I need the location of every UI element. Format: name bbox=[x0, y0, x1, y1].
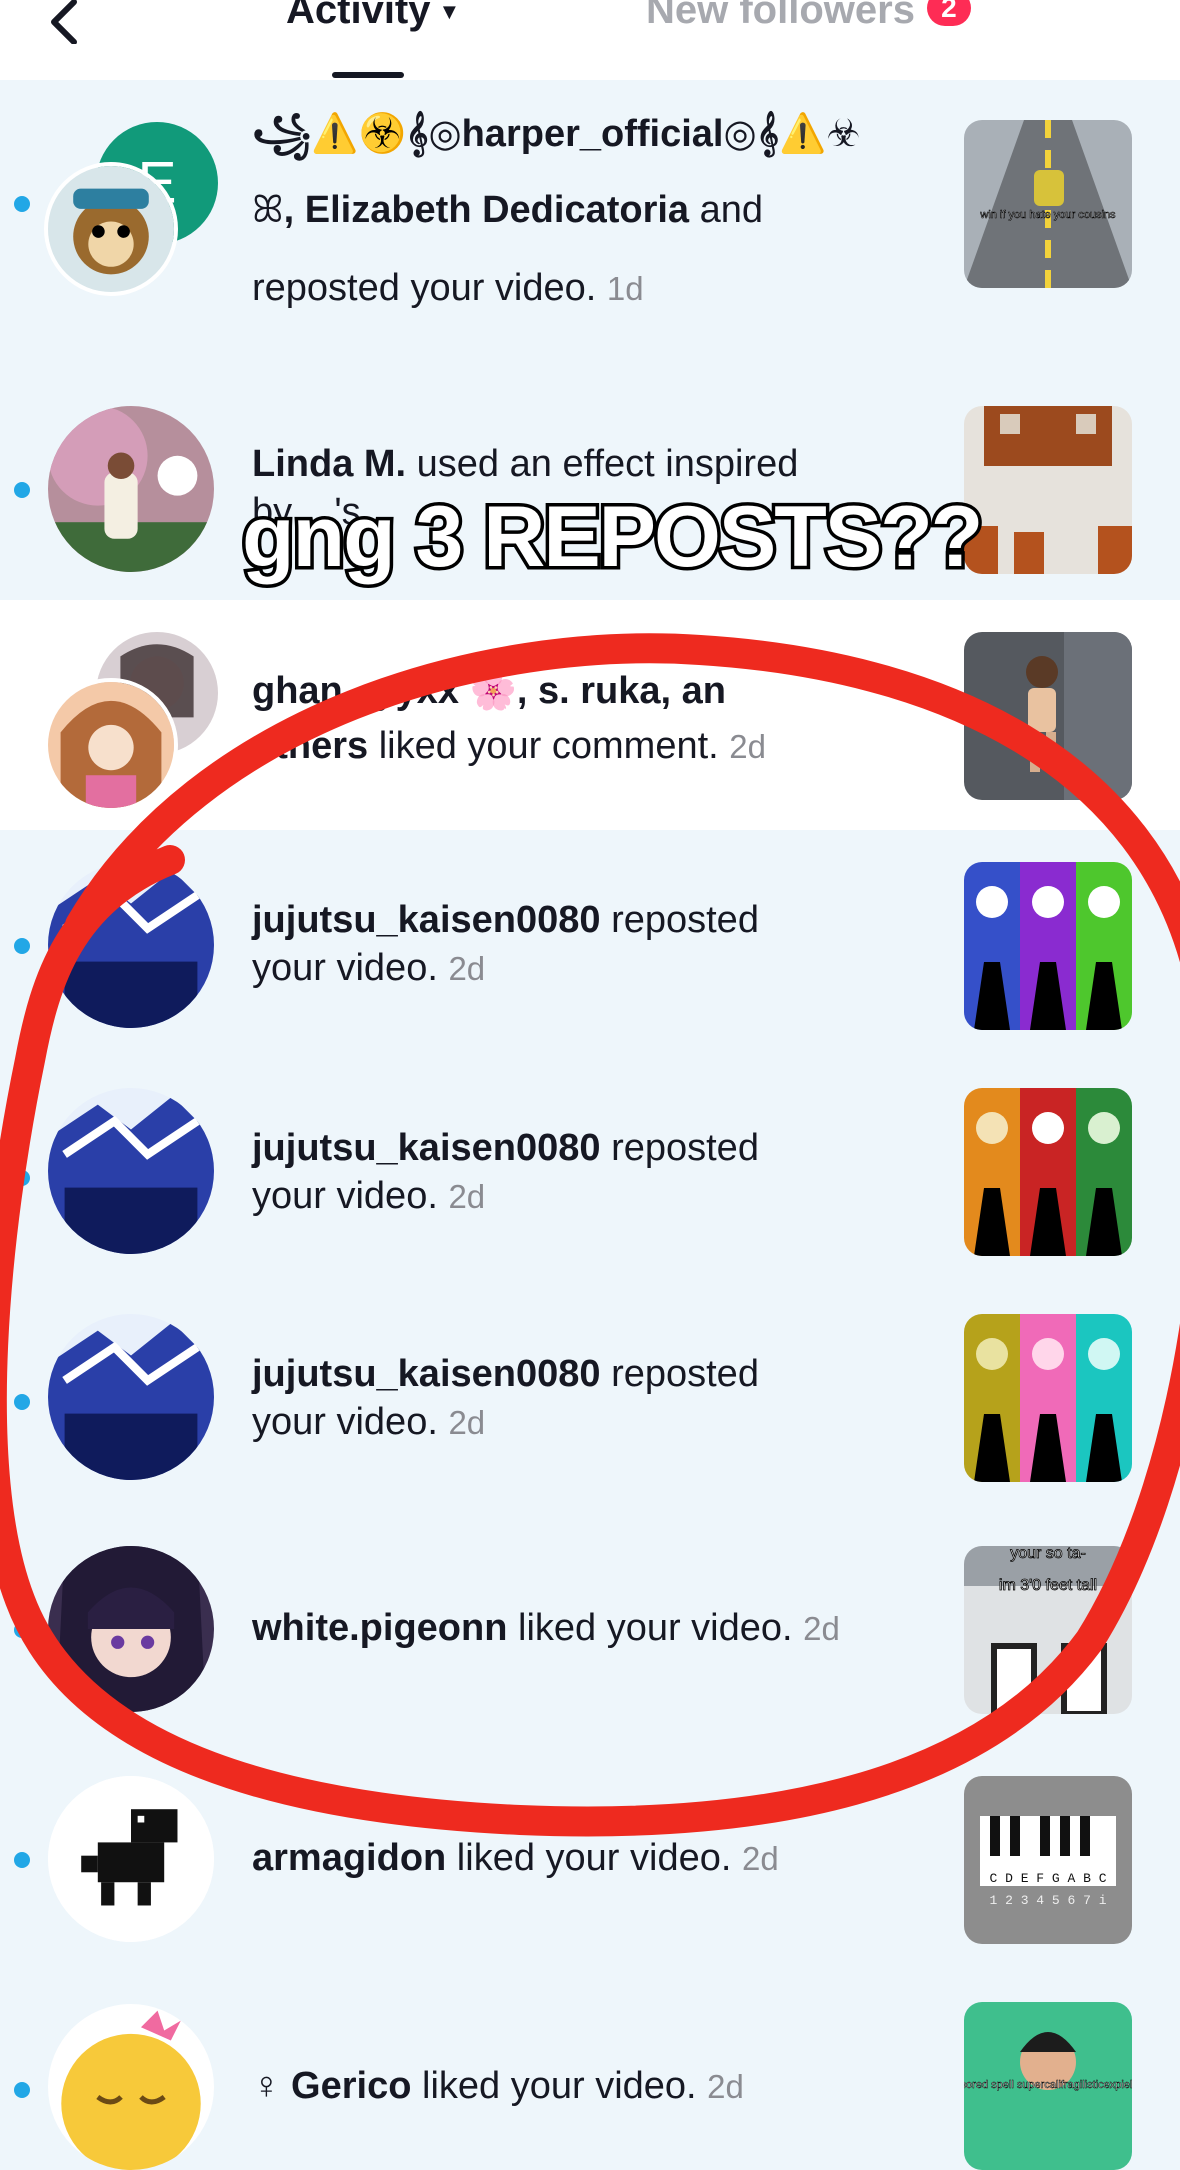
video-thumbnail[interactable]: C D E F G A B C 1 2 3 4 5 6 7 i bbox=[964, 1776, 1132, 1944]
video-thumbnail[interactable]: im bored spell supercalifragilisticexpie… bbox=[964, 2002, 1132, 2170]
unread-dot bbox=[14, 938, 30, 954]
notification-text: ♀ Gerico liked your video. 2d bbox=[252, 2062, 932, 2111]
timestamp: 2d bbox=[729, 728, 766, 765]
notification-text: jujutsu_kaisen0080 reposted your video. … bbox=[252, 896, 932, 993]
thumbnail-caption: your so ta- bbox=[1010, 1546, 1086, 1562]
video-thumbnail[interactable] bbox=[964, 862, 1132, 1030]
timestamp: 2d bbox=[448, 1404, 486, 1441]
avatar[interactable] bbox=[48, 2004, 214, 2170]
username[interactable]: white.pigeonn bbox=[252, 1607, 507, 1649]
timestamp: 2d bbox=[803, 1610, 840, 1647]
unread-dot bbox=[14, 482, 30, 498]
username[interactable]: ghan...yyxx 🌸, s. ruka, an bbox=[252, 670, 726, 712]
timestamp: 2d bbox=[448, 950, 486, 987]
avatar[interactable] bbox=[48, 862, 214, 1028]
tab-activity-label: Activity bbox=[286, 0, 431, 32]
avatar[interactable] bbox=[44, 678, 178, 812]
video-thumbnail[interactable]: your so ta-im 3'0 feet tall bbox=[964, 1546, 1132, 1714]
notification-row[interactable]: armagidon liked your video. 2d C D E F G… bbox=[0, 1750, 1180, 1980]
avatar[interactable] bbox=[48, 406, 214, 572]
username[interactable]: others bbox=[252, 725, 368, 767]
unread-dot bbox=[14, 1394, 30, 1410]
notification-text: white.pigeonn liked your video. 2d bbox=[252, 1604, 932, 1653]
dropdown-caret-icon: ▼ bbox=[438, 0, 461, 25]
notification-text: jujutsu_kaisen0080 reposted your video. … bbox=[252, 1124, 932, 1221]
notification-row[interactable]: ghan...yyxx 🌸, s. ruka, an others liked … bbox=[0, 600, 1180, 830]
avatar[interactable] bbox=[44, 162, 178, 296]
unread-dot bbox=[14, 196, 30, 212]
tab-activity[interactable]: Activity ▼ bbox=[286, 0, 460, 33]
video-thumbnail[interactable]: win if you hate your cousins bbox=[964, 120, 1132, 288]
unread-dot bbox=[14, 1852, 30, 1868]
username[interactable]: ♀ Gerico bbox=[252, 2065, 411, 2107]
notification-action: reposted bbox=[600, 899, 759, 941]
timestamp: 2d bbox=[448, 1178, 486, 1215]
overlay-caption: gng 3 REPOSTS?? bbox=[238, 486, 986, 589]
notification-text: ꧁⚠️☣️𝄞◎harper_official◎𝄞⚠️☣ ꕤ, Elizabeth… bbox=[252, 110, 932, 325]
swirl-icon: ꕤ bbox=[252, 189, 284, 231]
video-thumbnail[interactable] bbox=[964, 1314, 1132, 1482]
username[interactable]: Linda M. bbox=[252, 443, 406, 485]
notification-text: armagidon liked your video. 2d bbox=[252, 1834, 932, 1883]
username[interactable]: armagidon bbox=[252, 1837, 446, 1879]
piano-key-labels: C D E F G A B C bbox=[989, 1871, 1106, 1886]
notification-action: reposted bbox=[600, 1353, 759, 1395]
followers-count-badge: 2 bbox=[926, 0, 971, 27]
notification-row[interactable]: white.pigeonn liked your video. 2d your … bbox=[0, 1520, 1180, 1750]
timestamp: 2d bbox=[707, 2068, 744, 2105]
notification-action: liked your video. bbox=[411, 2065, 697, 2107]
notification-action: reposted bbox=[600, 1127, 759, 1169]
timestamp: 2d bbox=[741, 1840, 779, 1877]
notification-action: and bbox=[689, 189, 764, 231]
username[interactable]: jujutsu_kaisen0080 bbox=[252, 1127, 601, 1169]
notification-row[interactable]: jujutsu_kaisen0080 reposted your video. … bbox=[0, 1290, 1180, 1520]
notification-row[interactable]: jujutsu_kaisen0080 reposted your video. … bbox=[0, 830, 1180, 1060]
video-thumbnail[interactable] bbox=[964, 632, 1132, 800]
video-thumbnail[interactable] bbox=[964, 1088, 1132, 1256]
notification-action: reposted your video. bbox=[252, 267, 597, 309]
thumbnail-caption: win if you hate your cousins bbox=[979, 209, 1116, 221]
username[interactable]: , Elizabeth Dedicatoria bbox=[284, 189, 689, 231]
notification-action: your video. bbox=[252, 1401, 438, 1443]
video-thumbnail[interactable] bbox=[964, 406, 1132, 574]
notification-text: ghan...yyxx 🌸, s. ruka, an others liked … bbox=[252, 664, 932, 775]
avatar[interactable] bbox=[48, 1088, 214, 1254]
notification-action: your video. bbox=[252, 947, 438, 989]
notification-action: your video. bbox=[252, 1175, 438, 1217]
notification-row[interactable]: jujutsu_kaisen0080 reposted your video. … bbox=[0, 1060, 1180, 1290]
tab-new-followers-label: New followers bbox=[646, 0, 915, 32]
unread-dot bbox=[14, 1170, 30, 1186]
avatar[interactable] bbox=[48, 1776, 214, 1942]
avatar[interactable] bbox=[48, 1546, 214, 1712]
thumbnail-caption: im bored spell supercalifragilisticexpie… bbox=[964, 2079, 1132, 2091]
back-arrow-icon[interactable] bbox=[44, 0, 84, 44]
tab-new-followers[interactable]: New followers 2 bbox=[646, 0, 971, 33]
top-bar: Activity ▼ New followers 2 bbox=[0, 0, 1180, 80]
avatar[interactable] bbox=[48, 1314, 214, 1480]
username[interactable]: jujutsu_kaisen0080 bbox=[252, 1353, 601, 1395]
username[interactable]: ꧁⚠️☣️𝄞◎harper_official◎𝄞⚠️☣ bbox=[252, 113, 860, 155]
notification-action: liked your video. bbox=[446, 1837, 732, 1879]
active-tab-indicator bbox=[332, 72, 404, 78]
thumbnail-caption: im 3'0 feet tall bbox=[999, 1577, 1097, 1594]
timestamp: 1d bbox=[606, 270, 644, 307]
notification-action: used an effect inspired bbox=[406, 443, 799, 485]
notification-text: jujutsu_kaisen0080 reposted your video. … bbox=[252, 1350, 932, 1447]
notification-action: liked your video. bbox=[507, 1607, 793, 1649]
username[interactable]: jujutsu_kaisen0080 bbox=[252, 899, 601, 941]
notification-action: liked your comment. bbox=[368, 725, 719, 767]
unread-dot bbox=[14, 1622, 30, 1638]
notification-row[interactable]: ♀ Gerico liked your video. 2d im bored s… bbox=[0, 1980, 1180, 2170]
piano-number-labels: 1 2 3 4 5 6 7 i bbox=[989, 1893, 1106, 1908]
notification-row[interactable]: E ꧁⚠️☣️𝄞◎harper_official◎𝄞⚠️☣ ꕤ, Elizabe… bbox=[0, 80, 1180, 400]
